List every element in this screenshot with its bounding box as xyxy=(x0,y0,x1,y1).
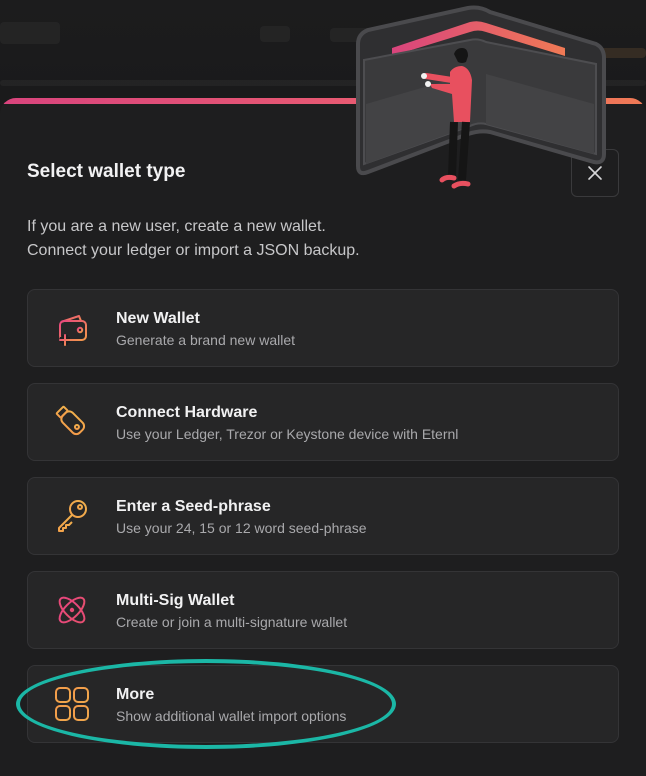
background-bar xyxy=(260,26,290,42)
background-bar xyxy=(0,22,60,44)
option-subtitle: Create or join a multi-signature wallet xyxy=(116,614,348,630)
grid-icon xyxy=(52,684,92,724)
dialog-title: Select wallet type xyxy=(27,161,186,182)
option-seed-phrase[interactable]: Enter a Seed-phrase Use your 24, 15 or 1… xyxy=(27,477,619,555)
atom-icon xyxy=(52,590,92,630)
description-line-2: Connect your ledger or import a JSON bac… xyxy=(27,242,360,259)
option-label: Multi-Sig Wallet xyxy=(116,592,235,609)
description-line-1: If you are a new user, create a new wall… xyxy=(27,218,326,235)
wallet-plus-icon xyxy=(52,308,92,348)
dialog-description: If you are a new user, create a new wall… xyxy=(27,215,360,263)
option-more[interactable]: More Show additional wallet import optio… xyxy=(27,665,619,743)
option-label: Connect Hardware xyxy=(116,404,258,421)
option-subtitle: Use your 24, 15 or 12 word seed-phrase xyxy=(116,520,367,536)
option-subtitle: Show additional wallet import options xyxy=(116,708,347,724)
option-subtitle: Generate a brand new wallet xyxy=(116,332,295,348)
key-icon xyxy=(52,496,92,536)
option-connect-hardware[interactable]: Connect Hardware Use your Ledger, Trezor… xyxy=(27,383,619,461)
option-new-wallet[interactable]: New Wallet Generate a brand new wallet xyxy=(27,289,619,367)
wallet-illustration xyxy=(356,5,606,189)
option-label: Enter a Seed-phrase xyxy=(116,498,271,515)
option-label: More xyxy=(116,686,155,703)
option-label: New Wallet xyxy=(116,310,200,327)
usb-device-icon xyxy=(52,402,92,442)
option-multisig-wallet[interactable]: Multi-Sig Wallet Create or join a multi-… xyxy=(27,571,619,649)
option-subtitle: Use your Ledger, Trezor or Keystone devi… xyxy=(116,426,459,442)
wallet-type-dialog: Select wallet type If you are a new user… xyxy=(0,98,646,776)
